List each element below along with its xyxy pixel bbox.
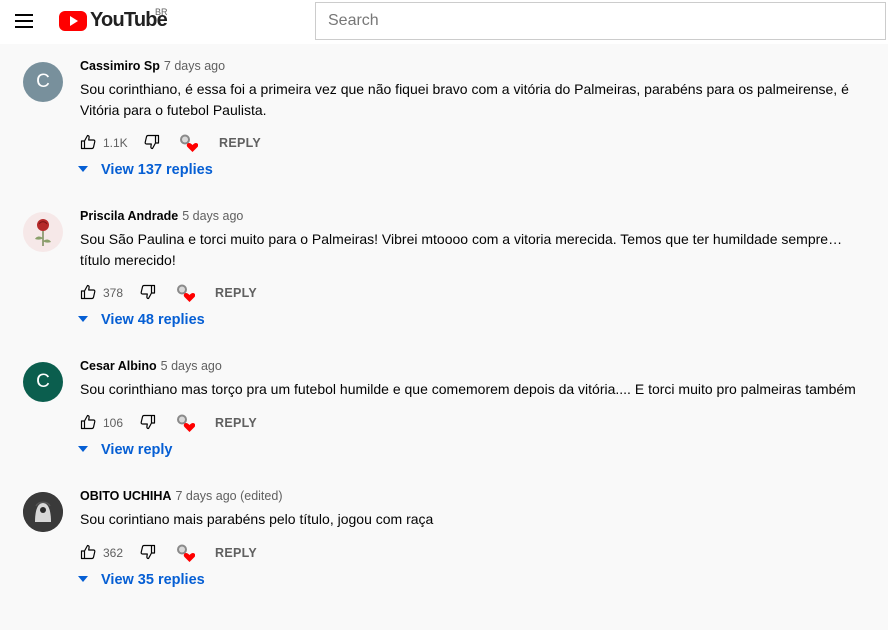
search-input[interactable] [315, 2, 886, 40]
author-name[interactable]: Priscila Andrade [80, 209, 178, 223]
like-icon[interactable] [80, 544, 96, 560]
dislike-icon[interactable] [144, 134, 160, 150]
caret-down-icon [78, 316, 88, 322]
view-replies-label: View reply [101, 442, 173, 458]
comment-thread: C Cassimiro Sp 7 days ago Sou corinthiano… [0, 50, 888, 200]
like-count: 378 [103, 286, 124, 300]
avatar-letter: C [36, 71, 50, 92]
comment-header: Priscila Andrade 5 days ago [80, 209, 243, 223]
view-replies-button[interactable]: View 35 replies [78, 572, 205, 592]
published-time[interactable]: 5 days ago [161, 359, 222, 373]
masked-character-icon [23, 492, 63, 532]
view-replies-label: View 137 replies [101, 162, 213, 178]
view-replies-label: View 35 replies [101, 572, 205, 588]
view-replies-button[interactable]: View reply [78, 442, 172, 462]
region-code: BR [155, 7, 168, 17]
comment-header: Cesar Albino 5 days ago [80, 359, 222, 373]
comment-thread: OBITO UCHIHA 7 days ago (edited) Sou cori… [0, 480, 888, 630]
creator-heart-icon [180, 134, 198, 152]
rose-icon [35, 219, 51, 246]
reply-button[interactable]: REPLY [215, 546, 257, 560]
avatar[interactable]: C [23, 362, 63, 402]
avatar[interactable]: C [23, 62, 63, 102]
author-name[interactable]: Cesar Albino [80, 359, 157, 373]
creator-heart-icon [177, 414, 195, 432]
like-icon[interactable] [80, 414, 96, 430]
comment-text: Sou corintiano mais parabéns pelo título… [80, 511, 434, 527]
caret-down-icon [78, 576, 88, 582]
published-time[interactable]: 5 days ago [182, 209, 243, 223]
reply-button[interactable]: REPLY [215, 286, 257, 300]
comment-text: Sou corinthiano, é essa foi a primeira v… [80, 81, 849, 118]
view-replies-button[interactable]: View 137 replies [78, 162, 213, 182]
like-icon[interactable] [80, 284, 96, 300]
reply-button[interactable]: REPLY [219, 136, 261, 150]
view-replies-label: View 48 replies [101, 312, 205, 328]
dislike-icon[interactable] [140, 544, 156, 560]
published-time[interactable]: 7 days ago [164, 59, 225, 73]
published-time[interactable]: 7 days ago [175, 489, 236, 503]
view-replies-button[interactable]: View 48 replies [78, 312, 205, 332]
reply-button[interactable]: REPLY [215, 416, 257, 430]
caret-down-icon [78, 166, 88, 172]
like-count: 1.1K [103, 136, 128, 150]
like-count: 362 [103, 546, 124, 560]
like-count: 106 [103, 416, 124, 430]
avatar[interactable] [23, 492, 63, 532]
author-name[interactable]: Cassimiro Sp [80, 59, 160, 73]
creator-heart-icon [177, 284, 195, 302]
comment-thread: Priscila Andrade 5 days ago Sou São Pauli… [0, 200, 888, 350]
comment-text: Sou São Paulina e torci muito para o Pal… [80, 231, 843, 268]
comment-thread: C Cesar Albino 5 days ago Sou corinthiano… [0, 350, 888, 500]
caret-down-icon [78, 446, 88, 452]
youtube-play-icon [59, 11, 87, 31]
avatar[interactable] [23, 212, 63, 252]
author-name[interactable]: OBITO UCHIHA [80, 489, 171, 503]
edited-label: (edited) [240, 489, 283, 503]
comment-text: Sou corinthiano mas torço pra um futebol… [80, 381, 856, 397]
dislike-icon[interactable] [140, 414, 156, 430]
avatar-letter: C [36, 371, 50, 392]
like-icon[interactable] [80, 134, 96, 150]
creator-heart-icon [177, 544, 195, 562]
masthead: YouTube BR [0, 0, 888, 44]
comment-header: Cassimiro Sp 7 days ago [80, 59, 225, 73]
menu-icon[interactable] [13, 11, 35, 31]
comment-header: OBITO UCHIHA 7 days ago (edited) [80, 489, 282, 503]
dislike-icon[interactable] [140, 284, 156, 300]
